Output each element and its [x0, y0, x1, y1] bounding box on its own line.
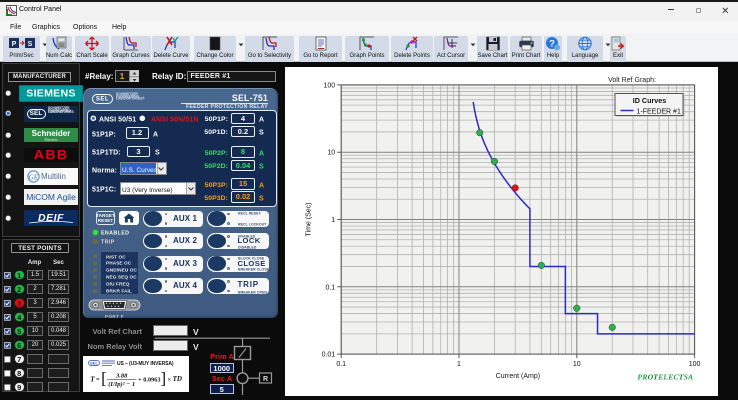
svg-text:ID Curves: ID Curves	[633, 96, 667, 105]
svg-text:1: 1	[331, 217, 335, 224]
svg-text:R: R	[263, 376, 268, 383]
svg-text:0.1: 0.1	[325, 284, 335, 291]
svg-text:0.01: 0.01	[322, 351, 336, 358]
svg-text:S: S	[27, 41, 32, 48]
svg-text:Volt Ref Graph:: Volt Ref Graph:	[608, 77, 656, 84]
svg-text:10: 10	[327, 149, 335, 156]
svg-text:Time (Sec): Time (Sec)	[306, 202, 313, 236]
svg-text:1-FEEDER #1: 1-FEEDER #1	[637, 108, 681, 115]
svg-text:1: 1	[457, 361, 461, 368]
svg-text:GE: GE	[29, 173, 39, 181]
svg-text:P: P	[11, 41, 16, 48]
svg-text:Current (Amp): Current (Amp)	[496, 373, 540, 380]
svg-text:100: 100	[324, 82, 336, 89]
svg-text:100: 100	[689, 361, 701, 368]
svg-text:0.1: 0.1	[336, 361, 346, 368]
svg-text:10: 10	[573, 361, 581, 368]
svg-text:PROTELECTSA: PROTELECTSA	[638, 372, 694, 381]
